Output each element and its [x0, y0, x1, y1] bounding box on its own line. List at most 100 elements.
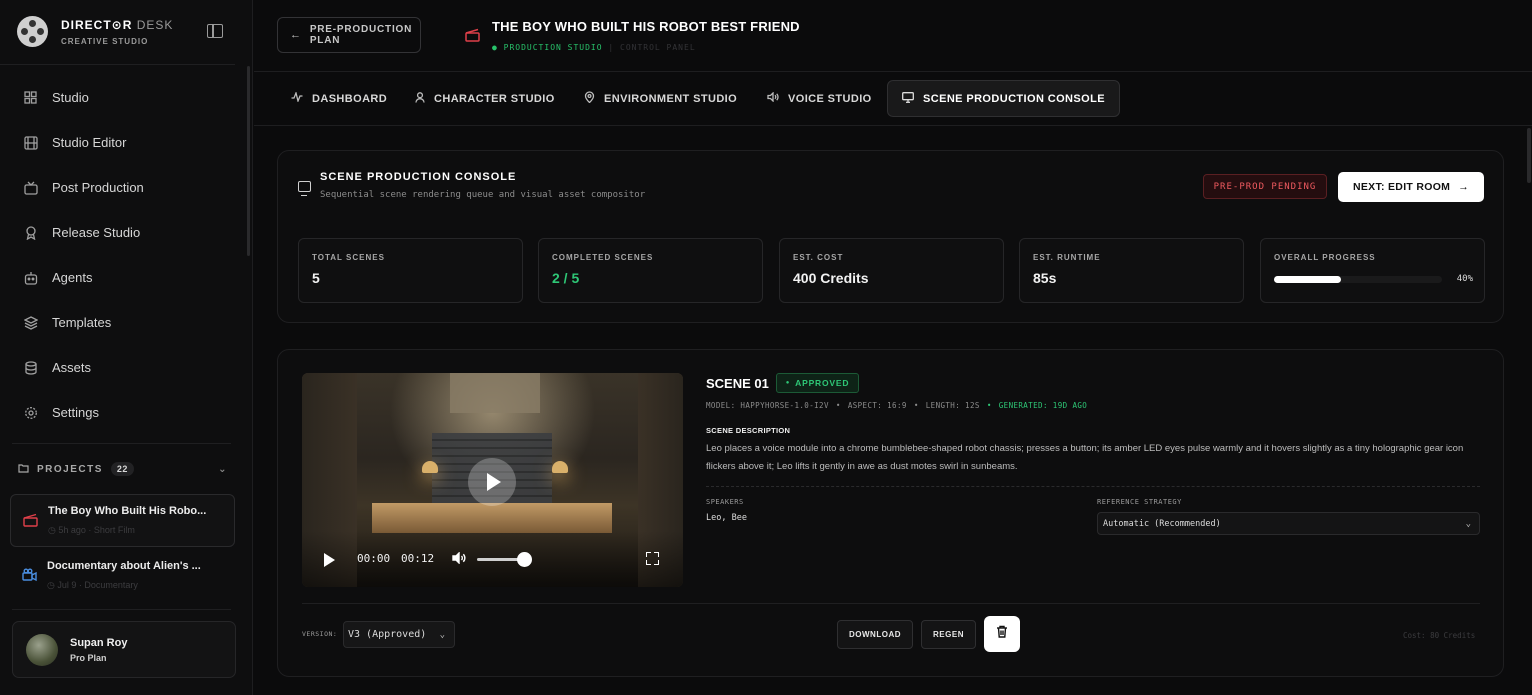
sidebar: DIRECT⊙R DESK CREATIVE STUDIO Studio Stu… [0, 0, 253, 695]
chevron-down-icon: ⌄ [439, 629, 445, 640]
arrow-right-icon: → [1458, 181, 1470, 193]
stat-label: EST. COST [793, 253, 844, 262]
reference-strategy-select[interactable]: Automatic (Recommended) ⌄ [1097, 512, 1480, 535]
clapperboard-icon [465, 28, 480, 42]
database-icon [23, 360, 38, 375]
tab-environment-studio[interactable]: ENVIRONMENT STUDIO [584, 80, 737, 117]
stat-est-cost: EST. COST 400 Credits [779, 238, 1004, 303]
bot-icon [23, 270, 38, 285]
stat-value: 400 Credits [793, 270, 869, 286]
volume-icon[interactable] [452, 551, 466, 567]
tab-dashboard[interactable]: DASHBOARD [291, 80, 387, 117]
sidebar-item-studio[interactable]: Studio [0, 75, 240, 120]
project-item[interactable]: The Boy Who Built His Robo... ◷ 5h ago ·… [10, 494, 235, 547]
scene-generated: GENERATED: 19D AGO [998, 401, 1088, 410]
video-player[interactable]: 00:00 00:12 [302, 373, 683, 587]
download-button[interactable]: DOWNLOAD [837, 620, 913, 649]
approved-label: APPROVED [795, 378, 850, 388]
sidebar-item-label: Assets [52, 360, 92, 375]
scene-length: LENGTH: 12S [925, 401, 980, 410]
divider [706, 486, 1480, 487]
sidebar-item-label: Agents [52, 270, 93, 285]
user-card[interactable]: Supan Roy Pro Plan [12, 621, 236, 678]
stat-value: 5 [312, 270, 320, 286]
sidebar-item-post-production[interactable]: Post Production [0, 165, 240, 210]
scene-meta: MODEL: HAPPYHORSE-1.0-I2V • ASPECT: 16:9 • L… [706, 401, 1088, 410]
sidebar-item-label: Templates [52, 315, 112, 330]
avatar [26, 634, 58, 666]
next-edit-room-button[interactable]: NEXT: EDIT ROOM → [1338, 172, 1484, 202]
top-header: ← PRE-PRODUCTION PLAN THE BOY WHO BUILT … [254, 0, 1532, 72]
monitor-icon [902, 91, 914, 106]
speakers-value: Leo, Bee [706, 513, 747, 523]
project-meta: ◷ 5h ago · Short Film [48, 525, 135, 535]
regen-button[interactable]: REGEN [921, 620, 976, 649]
scene-aspect: ASPECT: 16:9 [847, 401, 907, 410]
version-select[interactable]: V3 (Approved) ⌄ [343, 621, 455, 648]
layers-icon [23, 315, 38, 330]
sidebar-item-agents[interactable]: Agents [0, 255, 240, 300]
chevron-down-icon: ⌄ [218, 463, 228, 475]
sidebar-nav: Studio Studio Editor Post Production Rel… [0, 75, 240, 435]
activity-icon [291, 90, 303, 105]
console-subtitle: Sequential scene rendering queue and vis… [320, 190, 646, 200]
projects-heading: PROJECTS [37, 463, 103, 475]
scene-production-console-card: SCENE PRODUCTION CONSOLE Sequential scen… [277, 150, 1504, 323]
console-title: SCENE PRODUCTION CONSOLE [320, 171, 517, 183]
version-label: VERSION: [302, 630, 338, 638]
award-icon [23, 225, 38, 240]
sidebar-toggle-icon[interactable] [207, 24, 223, 38]
pre-prod-pending-badge: PRE-PROD PENDING [1203, 174, 1327, 199]
reference-strategy-value: Automatic (Recommended) [1103, 518, 1221, 529]
tab-label: ENVIRONMENT STUDIO [604, 92, 738, 105]
tab-voice-studio[interactable]: VOICE STUDIO [767, 80, 872, 117]
sidebar-item-settings[interactable]: Settings [0, 390, 240, 435]
divider [302, 603, 1480, 604]
delete-button[interactable] [984, 616, 1020, 652]
page-subtitle: ● PRODUCTION STUDIO | CONTROL PANEL [492, 43, 696, 52]
tab-label: VOICE STUDIO [788, 92, 872, 105]
stat-completed-scenes: COMPLETED SCENES 2 / 5 [538, 238, 763, 303]
approved-badge: ● APPROVED [776, 373, 859, 393]
volume-slider-handle[interactable] [517, 552, 532, 567]
projects-header[interactable]: PROJECTS 22 ⌄ [18, 462, 228, 476]
trash-icon [996, 625, 1008, 643]
speaker-icon [767, 91, 779, 105]
tab-character-studio[interactable]: CHARACTER STUDIO [415, 80, 555, 117]
tab-scene-production-console[interactable]: SCENE PRODUCTION CONSOLE [887, 80, 1120, 117]
camera-icon [22, 568, 37, 582]
scene-card: 00:00 00:12 SCENE 01 ● APPROVED MODEL: H… [277, 349, 1504, 677]
sidebar-scrollbar[interactable] [247, 66, 250, 256]
project-title: The Boy Who Built His Robo... [48, 505, 207, 517]
projects-count-badge: 22 [110, 462, 134, 476]
brand-name: DIRECT⊙R DESK [61, 17, 174, 32]
sidebar-item-studio-editor[interactable]: Studio Editor [0, 120, 240, 165]
clapperboard-icon [23, 513, 38, 527]
video-duration: 00:12 [401, 552, 435, 565]
play-overlay-icon[interactable] [468, 458, 516, 506]
fullscreen-icon[interactable] [646, 552, 659, 565]
sidebar-item-templates[interactable]: Templates [0, 300, 240, 345]
grid-icon [23, 90, 38, 105]
divider [12, 609, 231, 610]
main-scrollbar[interactable] [1527, 128, 1531, 183]
sidebar-item-label: Studio [52, 90, 89, 105]
progress-percent: 40% [1456, 274, 1473, 284]
reference-strategy-heading: REFERENCE STRATEGY [1097, 498, 1182, 506]
scene-title: SCENE 01 [706, 376, 769, 391]
project-item[interactable]: Documentary about Alien's ... ◷ Jul 9 · … [10, 550, 235, 603]
back-to-pre-production-button[interactable]: ← PRE-PRODUCTION PLAN [277, 17, 421, 53]
sidebar-item-assets[interactable]: Assets [0, 345, 240, 390]
tab-bar: DASHBOARD CHARACTER STUDIO ENVIRONMENT S… [254, 72, 1532, 126]
stat-value: 2 / 5 [552, 270, 580, 286]
scene-cost: Cost: 80 Credits [1403, 631, 1476, 640]
user-icon [415, 91, 425, 106]
sidebar-item-release-studio[interactable]: Release Studio [0, 210, 240, 255]
play-icon[interactable] [324, 553, 335, 567]
gear-icon [23, 405, 38, 420]
brand[interactable]: DIRECT⊙R DESK CREATIVE STUDIO [17, 16, 173, 47]
brand-subtitle: CREATIVE STUDIO [61, 36, 149, 46]
project-meta: ◷ Jul 9 · Documentary [47, 580, 138, 590]
stat-label: COMPLETED SCENES [552, 253, 654, 262]
sidebar-item-label: Settings [52, 405, 99, 420]
